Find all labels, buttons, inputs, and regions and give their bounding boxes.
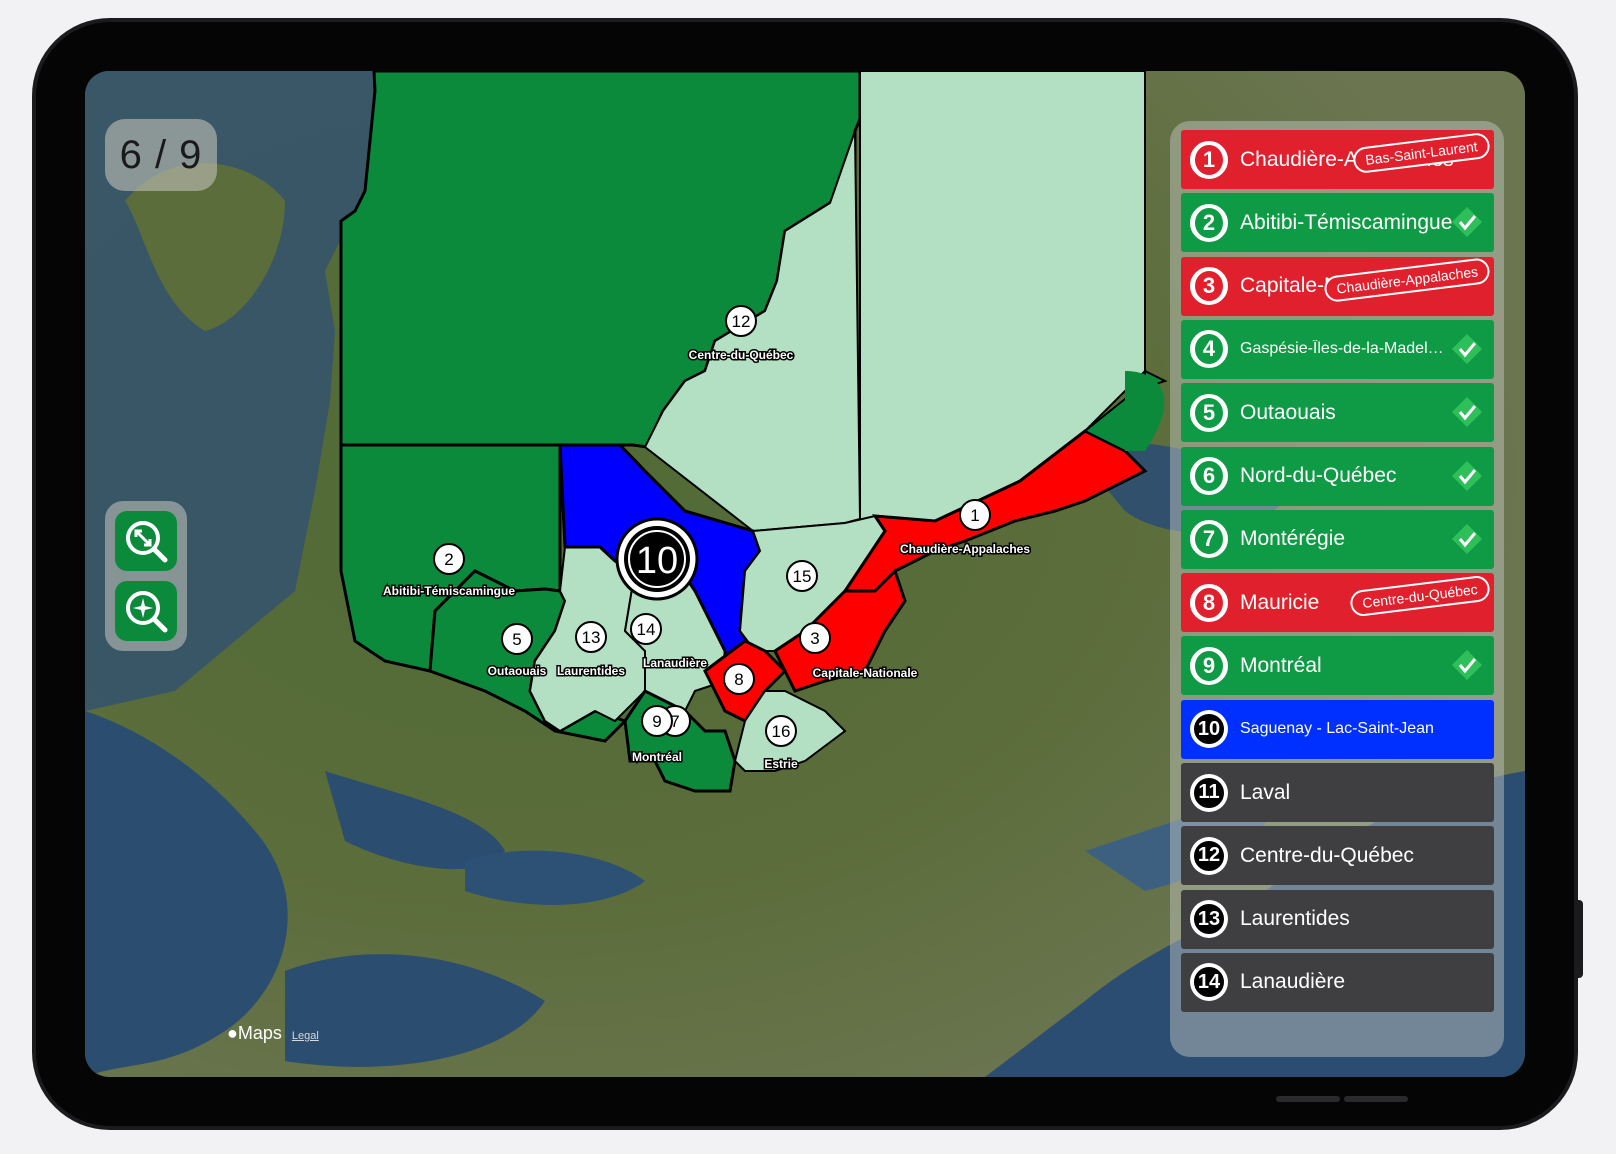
region-number-badge: 4 xyxy=(1190,330,1228,369)
zoom-fit-icon xyxy=(126,521,168,563)
region-number-badge: 14 xyxy=(1190,963,1228,1002)
svg-text:1: 1 xyxy=(970,506,979,525)
region-number: 2 xyxy=(1193,205,1225,240)
region-list-item[interactable]: 12 Centre-du-Québec xyxy=(1181,826,1494,886)
zoom-in-icon xyxy=(126,591,168,633)
region-number: 3 xyxy=(1193,269,1225,304)
checkmark-icon xyxy=(1452,460,1482,491)
region-number: 8 xyxy=(1193,585,1225,620)
svg-text:Lanaudière: Lanaudière xyxy=(643,656,707,670)
region-list-item[interactable]: 2 Abitibi-Témiscamingue xyxy=(1181,193,1494,253)
region-list-item[interactable]: 11 Laval xyxy=(1181,763,1494,822)
svg-text:3: 3 xyxy=(810,629,819,648)
svg-text:Montréal: Montréal xyxy=(632,750,682,764)
region-number: 1 xyxy=(1193,142,1225,177)
game-screen: 1 Chaudière-Appalaches 2 Abitibi-Témisca… xyxy=(85,71,1525,1077)
region-number-badge: 10 xyxy=(1190,710,1228,749)
svg-text:15: 15 xyxy=(793,567,812,586)
region-number-badge: 2 xyxy=(1190,203,1228,242)
region-number-badge: 12 xyxy=(1190,836,1228,875)
checkmark-icon xyxy=(1452,333,1482,364)
region-number-badge: 7 xyxy=(1190,520,1228,559)
checkmark-icon xyxy=(1452,207,1482,238)
region-number: 11 xyxy=(1192,775,1226,810)
svg-text:Estrie: Estrie xyxy=(764,757,798,771)
region-number: 5 xyxy=(1193,395,1225,430)
svg-text:5: 5 xyxy=(512,630,521,649)
zoom-in-button[interactable] xyxy=(115,581,177,641)
region-number-badge: 6 xyxy=(1190,457,1228,495)
region-list-item[interactable]: 6 Nord-du-Québec xyxy=(1181,446,1494,506)
region-number: 9 xyxy=(1193,648,1225,683)
map-marker-current[interactable]: 10 xyxy=(615,517,699,601)
region-number: 7 xyxy=(1193,522,1225,557)
checkmark-icon xyxy=(1452,650,1482,681)
svg-text:Chaudière-Appalaches: Chaudière-Appalaches xyxy=(900,542,1030,556)
region-list-item[interactable]: 4 Gaspésie-Îles-de-la-Madel… xyxy=(1181,319,1494,379)
svg-text:2: 2 xyxy=(444,550,453,569)
region-number-badge: 1 xyxy=(1190,140,1228,179)
svg-text:Capitale-Nationale: Capitale-Nationale xyxy=(813,666,918,680)
region-name: Saguenay - Lac-Saint-Jean xyxy=(1240,720,1434,738)
region-list-item[interactable]: 10 Saguenay - Lac-Saint-Jean xyxy=(1181,699,1494,759)
region-name: Centre-du-Québec xyxy=(1240,843,1414,867)
region-number-badge: 8 xyxy=(1190,583,1228,622)
zoom-to-fit-button[interactable] xyxy=(115,511,177,571)
svg-text:14: 14 xyxy=(637,620,656,639)
apple-maps-logo: ●Maps xyxy=(227,1023,282,1043)
region-list-item[interactable]: 14 Lanaudière xyxy=(1181,952,1494,1012)
region-name: Laurentides xyxy=(1240,907,1350,931)
legal-link[interactable]: Legal xyxy=(292,1030,319,1042)
region-number-badge: 13 xyxy=(1190,900,1228,939)
svg-text:Centre-du-Québec: Centre-du-Québec xyxy=(689,348,794,362)
region-name: Lanaudière xyxy=(1240,970,1346,994)
region-list-item[interactable]: 3Capitale-NationaleChaudière-Appalaches xyxy=(1181,256,1494,316)
svg-text:Laurentides: Laurentides xyxy=(557,664,625,678)
region-number: 13 xyxy=(1192,902,1226,937)
region-number: 6 xyxy=(1193,459,1225,493)
svg-text:9: 9 xyxy=(652,712,661,731)
region-list-item[interactable]: 5 Outaouais xyxy=(1181,383,1494,443)
region-list-item[interactable]: 9 Montréal xyxy=(1181,636,1494,696)
volume-button xyxy=(1276,1096,1340,1102)
svg-text:16: 16 xyxy=(772,722,791,741)
svg-text:10: 10 xyxy=(636,540,678,582)
checkmark-icon xyxy=(1452,397,1482,428)
score-counter: 6 / 9 xyxy=(105,119,217,191)
maps-attribution: ●Maps Legal xyxy=(227,1023,319,1044)
region-number-badge: 11 xyxy=(1190,773,1228,812)
svg-text:12: 12 xyxy=(732,312,751,331)
svg-text:Outaouais: Outaouais xyxy=(488,664,547,678)
region-list-panel[interactable]: 1 Chaudière-Appalaches Bas-Saint-Laurent 2 A… xyxy=(1170,121,1504,1057)
map-marker[interactable]: 15 xyxy=(786,560,818,592)
region-name: Laval xyxy=(1240,780,1291,804)
checkmark-icon xyxy=(1452,523,1482,554)
region-number: 12 xyxy=(1192,838,1226,873)
svg-text:Abitibi-Témiscamingue: Abitibi-Témiscamingue xyxy=(383,584,515,598)
region-number-badge: 5 xyxy=(1190,393,1228,432)
zoom-controls xyxy=(105,501,187,651)
region-list-item[interactable]: 7 Montérégie xyxy=(1181,509,1494,569)
svg-text:13: 13 xyxy=(582,628,601,647)
power-button xyxy=(1575,900,1583,978)
map-marker[interactable]: 8 xyxy=(723,663,755,695)
region-number: 14 xyxy=(1192,965,1226,1000)
region-number-badge: 9 xyxy=(1190,646,1228,685)
volume-button xyxy=(1344,1096,1408,1102)
region-number: 10 xyxy=(1192,712,1226,747)
region-list-item[interactable]: 13 Laurentides xyxy=(1181,889,1494,949)
region-number-badge: 3 xyxy=(1190,267,1228,306)
region-number: 4 xyxy=(1193,332,1225,367)
region-list-item[interactable]: 1 Chaudière-Appalaches Bas-Saint-Laurent xyxy=(1181,130,1494,189)
svg-text:8: 8 xyxy=(734,670,743,689)
region-list-item[interactable]: 8 Mauricie Centre-du-Québec xyxy=(1181,573,1494,633)
